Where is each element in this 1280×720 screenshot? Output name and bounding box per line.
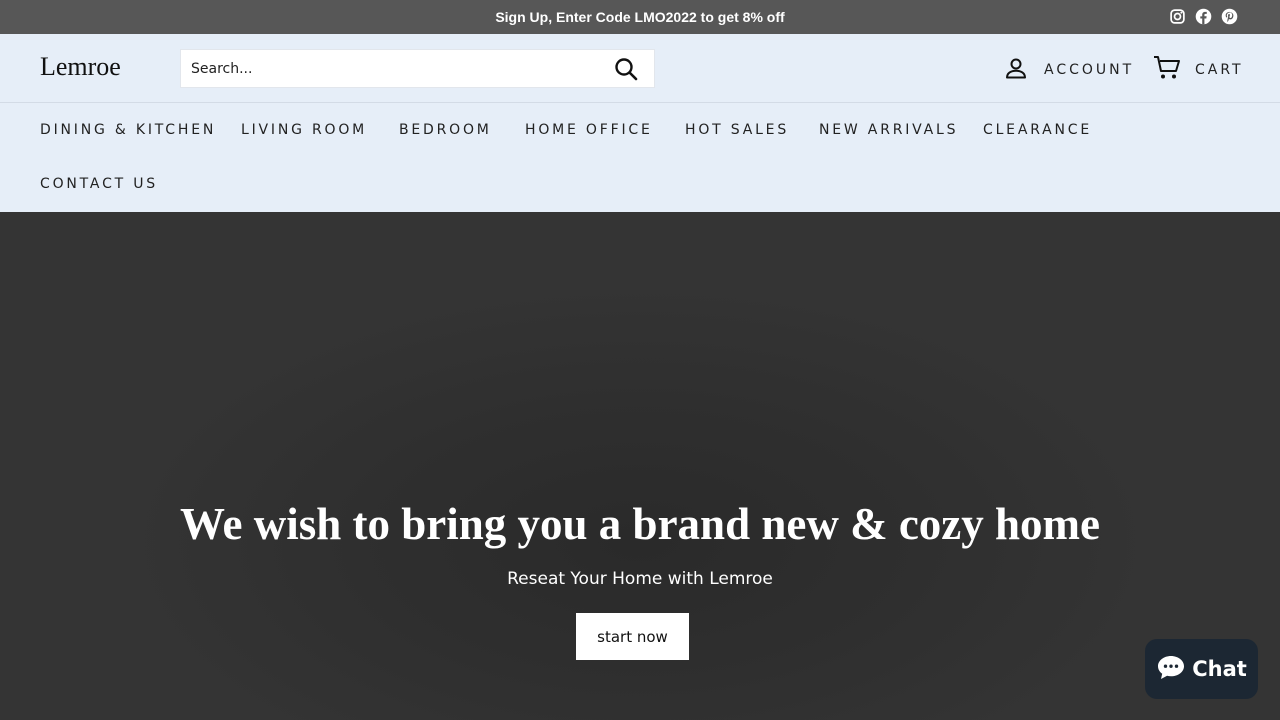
account-label: ACCOUNT xyxy=(1044,62,1135,78)
cart-label: CART xyxy=(1195,62,1244,78)
search-icon[interactable] xyxy=(614,57,638,81)
pinterest-icon[interactable] xyxy=(1221,8,1238,25)
site-logo[interactable]: Lemroe xyxy=(40,52,121,82)
hero-title: We wish to bring you a brand new & cozy … xyxy=(179,499,1101,549)
nav-item-living-room[interactable]: LIVING ROOM xyxy=(241,122,367,138)
social-links xyxy=(1169,8,1238,25)
nav-item-new-arrivals[interactable]: NEW ARRIVALS xyxy=(819,122,958,138)
user-icon xyxy=(1004,56,1028,84)
nav-item-home-office[interactable]: HOME OFFICE xyxy=(525,122,653,138)
instagram-icon[interactable] xyxy=(1169,8,1186,25)
search-box xyxy=(180,49,655,88)
site-header: Lemroe ACCOUNT CART xyxy=(0,34,1280,103)
nav-item-dining-kitchen[interactable]: DINING & KITCHEN xyxy=(40,122,216,138)
facebook-icon[interactable] xyxy=(1195,8,1212,25)
announcement-text: Sign Up, Enter Code LMO2022 to get 8% of… xyxy=(495,9,785,25)
nav-item-clearance[interactable]: CLEARANCE xyxy=(983,122,1092,138)
start-now-button[interactable]: start now xyxy=(576,613,689,660)
cart-icon xyxy=(1153,55,1181,85)
nav-item-hot-sales[interactable]: HOT SALES xyxy=(685,122,789,138)
search-input[interactable] xyxy=(181,50,601,87)
cart-link[interactable]: CART xyxy=(1153,55,1244,85)
announcement-bar: Sign Up, Enter Code LMO2022 to get 8% of… xyxy=(0,0,1280,34)
main-nav: DINING & KITCHEN LIVING ROOM BEDROOM HOM… xyxy=(0,103,1280,212)
hero-banner: We wish to bring you a brand new & cozy … xyxy=(0,212,1280,720)
nav-item-bedroom[interactable]: BEDROOM xyxy=(399,122,492,138)
chat-bubble-icon xyxy=(1156,653,1186,685)
chat-button[interactable]: Chat xyxy=(1145,639,1258,699)
account-link[interactable]: ACCOUNT xyxy=(1004,56,1134,84)
hero-subtitle: Reseat Your Home with Lemroe xyxy=(507,569,773,589)
nav-item-contact-us[interactable]: CONTACT US xyxy=(40,176,158,192)
chat-label: Chat xyxy=(1192,657,1247,681)
